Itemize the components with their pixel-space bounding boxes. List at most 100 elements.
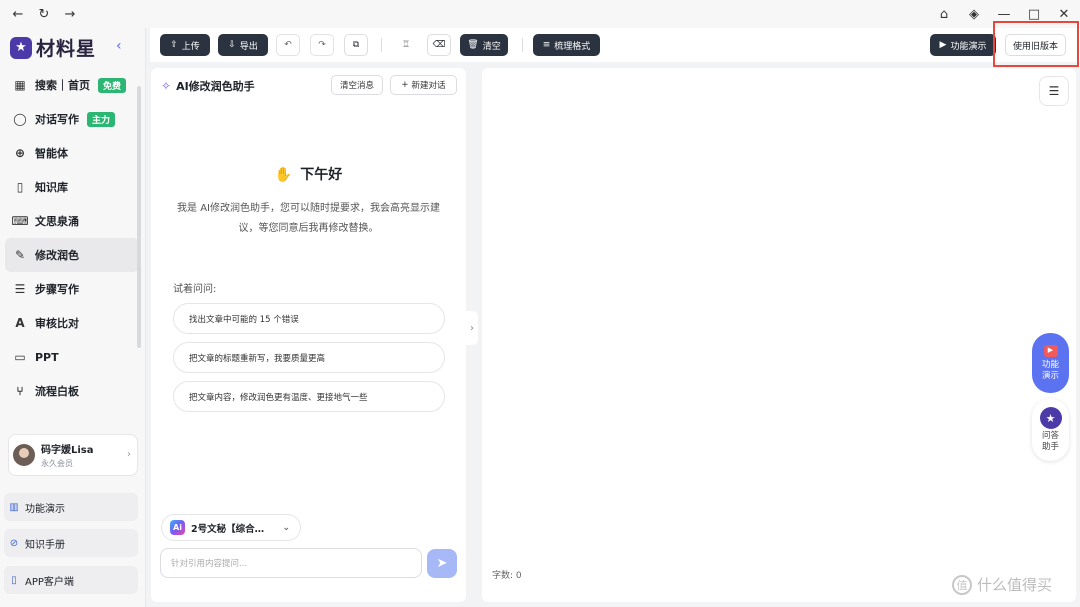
sidebar-item-knowledge-base[interactable]: ▯ 知识库 <box>5 170 139 204</box>
sidebar-scrollbar[interactable] <box>137 86 141 348</box>
model-name: 2号文秘【综合… <box>191 523 265 535</box>
send-icon: ➤ <box>436 556 448 571</box>
greeting-text: 下午好 <box>300 167 343 183</box>
phone-icon: ▯ <box>11 574 17 586</box>
lines-icon: ≡ <box>542 40 551 50</box>
main-badge: 主力 <box>87 111 116 127</box>
sidebar-item-label: 文思泉涌 <box>35 215 79 228</box>
document-editor[interactable]: ☰ 字数: 0 <box>482 68 1076 602</box>
watermark-logo-icon: 值 <box>952 574 972 595</box>
format-button[interactable]: ≡ 梳理格式 <box>533 34 600 56</box>
eraser-button[interactable]: ⌫ <box>427 34 451 56</box>
outline-button[interactable]: ☰ <box>1039 76 1069 106</box>
sidebar-item-agents[interactable]: ⊕ 智能体 <box>5 136 139 170</box>
maximize-icon[interactable]: □ <box>1026 6 1042 22</box>
refresh-icon[interactable]: ↻ <box>36 6 52 22</box>
floating-demo-label: 功能演示 <box>1041 359 1059 381</box>
chevron-left-icon[interactable]: ‹ <box>116 38 122 54</box>
suggestion-chip[interactable]: 找出文章中可能的 15 个错误 <box>173 303 445 334</box>
redo-button[interactable]: ↷ <box>310 34 334 56</box>
user-card[interactable]: 码字媛Lisa 永久会员 › <box>8 434 138 476</box>
waving-hand-icon: ✋ <box>274 167 293 183</box>
sidebar-item-label: 流程白板 <box>35 385 79 398</box>
floating-help-label: 问答助手 <box>1041 431 1059 452</box>
editor-toolbar: ⇪ 上传 ⇩ 导出 ↶ ↷ ⧉ ♖ ⌫ 🗑 清空 ≡ 梳理格式 ▶ 功能演示 使… <box>150 28 1080 62</box>
sidebar-item-label: 智能体 <box>35 147 68 160</box>
format-painter-button[interactable]: ♖ <box>394 34 418 56</box>
outline-list-icon: ☰ <box>1048 84 1060 98</box>
link-feature-demo[interactable]: ▥ 功能演示 <box>4 493 138 521</box>
ai-icon: Ai <box>170 520 185 535</box>
flow-icon: ⑂ <box>16 384 24 398</box>
floating-demo-button[interactable]: ▶ 功能演示 <box>1032 333 1069 393</box>
sidebar-item-label: PPT <box>35 350 59 364</box>
home-icon[interactable]: ⌂ <box>936 6 952 22</box>
sidebar-item-polish[interactable]: ✎ 修改润色 <box>5 238 139 272</box>
chat-header: ✧ AI修改润色助手 <box>161 78 255 94</box>
pen-icon: ✎ <box>14 248 26 262</box>
plus-icon: + <box>401 80 409 90</box>
export-button[interactable]: ⇩ 导出 <box>218 34 268 56</box>
undo-button[interactable]: ↶ <box>276 34 300 56</box>
clear-messages-label: 清空消息 <box>339 81 374 91</box>
presentation-icon: ▭ <box>14 350 26 364</box>
forward-icon[interactable]: → <box>62 6 78 22</box>
model-selector[interactable]: Ai 2号文秘【综合… ⌄ <box>161 514 301 541</box>
format-painter-icon: ♖ <box>401 40 411 50</box>
suggestion-chip[interactable]: 把文章内容，修改润色更有温度、更接地气一些 <box>173 381 445 412</box>
link-app-client[interactable]: ▯ APP客户端 <box>4 566 138 594</box>
feature-demo-button[interactable]: ▶ 功能演示 <box>930 34 996 56</box>
link-label: 功能演示 <box>25 503 65 515</box>
free-badge: 免费 <box>98 77 127 93</box>
sidebar-item-chat-writing[interactable]: ◯ 对话写作 主力 <box>5 102 139 136</box>
book-open-icon: ▥ <box>9 501 19 513</box>
copy-icon: ⧉ <box>352 40 360 50</box>
assistant-intro: 我是 AI修改润色助手，您可以随时提要求，我会高亮显示建议，等您同意后我再修改替… <box>177 203 440 234</box>
new-chat-button[interactable]: + 新建对话 <box>390 75 457 95</box>
globe-icon: ⊕ <box>14 146 26 160</box>
sidebar-item-inspiration[interactable]: ⌨ 文思泉涌 <box>5 204 139 238</box>
sidebar-item-review-compare[interactable]: A 审核比对 <box>5 306 139 340</box>
sidebar: ★ 材料星 ‹ ▦ 搜索｜首页 免费 ◯ 对话写作 主力 ⊕ 智能体 ▯ 知识库 <box>0 28 146 607</box>
sidebar-item-label: 搜索｜首页 <box>35 79 90 92</box>
user-name: 码字媛Lisa <box>41 445 94 456</box>
close-icon[interactable]: ✕ <box>1056 6 1072 22</box>
feature-demo-label: 功能演示 <box>950 41 987 52</box>
sidebar-item-label: 对话写作 <box>35 113 79 126</box>
chat-icon: ◯ <box>13 112 27 126</box>
download-icon: ⇩ <box>228 40 236 50</box>
chat-title: AI修改润色助手 <box>176 80 255 93</box>
sidebar-item-step-writing[interactable]: ☰ 步骤写作 <box>5 272 139 306</box>
send-button[interactable]: ➤ <box>427 549 457 578</box>
clear-button[interactable]: 🗑 清空 <box>460 34 508 56</box>
clear-messages-button[interactable]: 清空消息 <box>331 75 383 95</box>
upload-icon: ⇪ <box>170 40 178 50</box>
clear-label: 清空 <box>482 41 501 52</box>
copy-button[interactable]: ⧉ <box>344 34 368 56</box>
suggestion-chip[interactable]: 把文章的标题重新写，我要质量更高 <box>173 342 445 373</box>
logo[interactable]: ★ 材料星 <box>10 34 96 61</box>
eraser-icon: ⌫ <box>432 40 446 50</box>
format-label: 梳理格式 <box>554 41 591 52</box>
sidebar-item-search-home[interactable]: ▦ 搜索｜首页 免费 <box>5 68 139 102</box>
minimize-icon[interactable]: — <box>996 6 1012 22</box>
sidebar-item-ppt[interactable]: ▭ PPT <box>5 340 139 374</box>
try-asking-label: 试着问问: <box>173 284 217 295</box>
pin-icon[interactable]: ◈ <box>966 6 982 22</box>
chat-panel: ✧ AI修改润色助手 清空消息 + 新建对话 ✋ 下午好 我是 AI修改润色助手，… <box>151 68 466 602</box>
link-label: APP客户端 <box>25 576 74 588</box>
back-icon[interactable]: ← <box>10 6 26 22</box>
avatar <box>13 444 35 466</box>
play-circle-icon: ▶ <box>939 40 947 50</box>
upload-button[interactable]: ⇪ 上传 <box>160 34 210 56</box>
link-knowledge-manual[interactable]: ⊘ 知识手册 <box>4 529 138 557</box>
floating-help-button[interactable]: ★ 问答助手 <box>1032 399 1069 461</box>
export-label: 导出 <box>239 41 258 52</box>
trash-icon: 🗑 <box>467 40 479 50</box>
sidebar-item-flow-board[interactable]: ⑂ 流程白板 <box>5 374 139 408</box>
list-icon: ☰ <box>14 282 26 296</box>
panel-collapse-handle[interactable]: › <box>466 311 478 345</box>
sidebar-item-label: 步骤写作 <box>35 283 79 296</box>
greeting: ✋ 下午好 <box>151 164 466 184</box>
chat-input[interactable]: 针对引用内容提问... <box>160 548 422 578</box>
